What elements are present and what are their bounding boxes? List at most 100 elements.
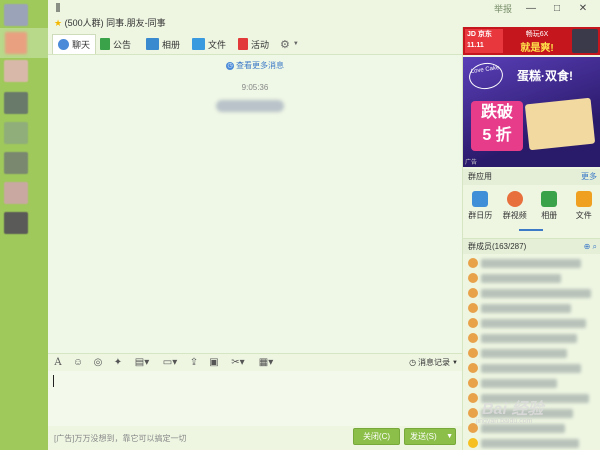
member-name-redacted bbox=[481, 364, 581, 373]
gift-icon[interactable]: ▣ bbox=[204, 357, 224, 368]
conversation-avatar[interactable] bbox=[4, 60, 28, 82]
member-tools[interactable]: ⊕ ⌕ bbox=[584, 239, 597, 255]
jd-ad-text: 畅玩6X 就是爽! bbox=[507, 29, 567, 54]
conversation-avatar[interactable] bbox=[4, 4, 28, 26]
settings-gear-button[interactable]: ⚙ ▼ bbox=[280, 34, 299, 54]
jd-line1: 畅玩6X bbox=[525, 31, 549, 38]
conversation-avatar[interactable] bbox=[4, 212, 28, 234]
message-record-button[interactable]: ◷ 消息记录 ▼ bbox=[409, 357, 458, 368]
discount-line1: 跌破 bbox=[480, 104, 513, 121]
report-link[interactable]: 举报 bbox=[494, 2, 512, 15]
calendar-icon bbox=[472, 191, 489, 207]
member-row[interactable] bbox=[465, 361, 600, 375]
member-name-redacted bbox=[481, 274, 561, 283]
member-row[interactable] bbox=[465, 301, 600, 315]
baidu-watermark: Bai 经验 bbox=[482, 401, 544, 418]
tab-files[interactable]: 文件 bbox=[192, 34, 226, 54]
upload-icon[interactable]: ⇪ bbox=[184, 357, 204, 368]
more-apps-link[interactable]: 更多 bbox=[581, 169, 597, 185]
member-row[interactable] bbox=[465, 316, 600, 330]
page-indicator bbox=[519, 229, 543, 231]
app-label: 相册 bbox=[541, 211, 558, 220]
more-tools-icon[interactable]: ▦▾ bbox=[252, 357, 280, 368]
app-video[interactable]: 群视频 bbox=[500, 187, 530, 233]
chat-icon bbox=[58, 39, 69, 50]
tab-album[interactable]: 相册 bbox=[146, 34, 180, 54]
conversation-avatar[interactable] bbox=[4, 92, 28, 114]
group-apps-header: 群应用 更多 bbox=[463, 169, 600, 185]
group-meta-text: (500人群) 同事.朋友-同事 bbox=[64, 18, 166, 28]
message-timestamp: 9:05:36 bbox=[241, 83, 269, 92]
member-name-redacted bbox=[481, 424, 565, 433]
app-calendar[interactable]: 群日历 bbox=[465, 187, 495, 233]
screenshot-scissors-icon[interactable]: ✂▾ bbox=[224, 357, 252, 368]
member-row[interactable] bbox=[465, 256, 600, 270]
members-header: 群成员(163/287) ⊕ ⌕ bbox=[463, 238, 600, 254]
member-row[interactable] bbox=[465, 436, 600, 450]
chat-tabs: 聊天 公告 相册 文件 活动 ⚙ ▼ bbox=[48, 33, 462, 55]
member-name-redacted bbox=[481, 304, 571, 313]
chevron-down-icon: ▼ bbox=[452, 359, 458, 366]
jd-line2: 就是爽! bbox=[520, 43, 554, 54]
app-label: 群日历 bbox=[468, 211, 493, 220]
conversation-avatar[interactable] bbox=[4, 182, 28, 204]
jd-logo: JD 京东 11.11 bbox=[465, 29, 503, 53]
album-icon bbox=[541, 191, 558, 207]
announcement-flag-icon bbox=[100, 38, 110, 50]
message-input[interactable] bbox=[48, 371, 462, 426]
tool-icon[interactable]: ✦ bbox=[108, 357, 128, 368]
member-name-redacted bbox=[481, 289, 591, 298]
member-name-redacted bbox=[481, 334, 577, 343]
avatar bbox=[468, 438, 478, 448]
tab-label: 聊天 bbox=[72, 40, 91, 50]
app-album[interactable]: 相册 bbox=[534, 187, 564, 233]
jd-ad-banner[interactable]: JD 京东 11.11 畅玩6X 就是爽! bbox=[463, 27, 600, 55]
avatar bbox=[468, 288, 478, 298]
gift-menu-icon[interactable]: ▤▾ bbox=[128, 357, 156, 368]
file-icon bbox=[575, 191, 592, 207]
group-name-redacted bbox=[56, 3, 60, 12]
tab-events[interactable]: 活动 bbox=[238, 34, 269, 54]
member-name-redacted bbox=[481, 319, 586, 328]
cake-slogan: 蛋糕·双食! bbox=[517, 69, 573, 83]
conversation-avatar-selected[interactable] bbox=[0, 28, 48, 58]
message-area[interactable]: ◷ 查看更多消息 9:05:36 bbox=[48, 55, 462, 353]
chevron-down-icon[interactable]: ▼ bbox=[446, 429, 453, 444]
member-row[interactable] bbox=[465, 346, 600, 360]
app-label: 文件 bbox=[575, 211, 592, 220]
app-files[interactable]: 文件 bbox=[569, 187, 599, 233]
avatar bbox=[468, 303, 478, 313]
member-row[interactable] bbox=[465, 286, 600, 300]
conversation-avatar[interactable] bbox=[4, 152, 28, 174]
input-toolbar: A ☺ ◎ ✦ ▤▾ ▭▾ ⇪ ▣ ✂▾ ▦▾ ◷ 消息记录 ▼ bbox=[48, 353, 462, 371]
tab-label: 相册 bbox=[162, 39, 181, 50]
group-meta: ★ (500人群) 同事.朋友-同事 bbox=[54, 16, 166, 29]
close-button[interactable]: 关闭(C) bbox=[353, 428, 400, 445]
member-row[interactable] bbox=[465, 331, 600, 345]
tab-announcement[interactable]: 公告 bbox=[100, 34, 131, 54]
font-button[interactable]: A bbox=[48, 357, 68, 368]
member-row[interactable] bbox=[465, 271, 600, 285]
emoji-button[interactable]: ☺ bbox=[68, 357, 88, 368]
close-window-button[interactable]: ✕ bbox=[576, 3, 590, 15]
voice-icon[interactable]: ◎ bbox=[88, 357, 108, 368]
member-name-redacted bbox=[481, 349, 567, 358]
group-apps: 群日历 群视频 相册 文件 bbox=[463, 187, 600, 233]
image-menu-icon[interactable]: ▭▾ bbox=[156, 357, 184, 368]
view-more-messages-link[interactable]: ◷ 查看更多消息 bbox=[48, 60, 462, 71]
minimize-button[interactable]: — bbox=[524, 3, 538, 15]
maximize-button[interactable]: □ bbox=[550, 3, 564, 15]
discount-badge: 跌破 5 折 bbox=[471, 101, 523, 151]
conversation-avatar[interactable] bbox=[4, 122, 28, 144]
clock-icon: ◷ bbox=[409, 358, 417, 367]
tab-chat[interactable]: 聊天 bbox=[52, 34, 97, 54]
cake-ad-banner[interactable]: Love Cake 蛋糕·双食! 跌破 5 折 广告 bbox=[463, 57, 600, 167]
bottom-bar: [广告]万万没想到，靠它可以搞定一切 关闭(C) 发送(S) ▼ bbox=[48, 426, 462, 450]
send-button[interactable]: 发送(S) ▼ bbox=[404, 428, 456, 445]
ad-tag: 广告 bbox=[465, 160, 478, 166]
tab-label: 活动 bbox=[251, 39, 270, 50]
ad-text-link[interactable]: [广告]万万没想到，靠它可以搞定一切 bbox=[54, 433, 186, 444]
sender-name-redacted bbox=[216, 100, 284, 112]
event-flag-icon bbox=[238, 38, 248, 50]
member-row[interactable] bbox=[465, 376, 600, 390]
